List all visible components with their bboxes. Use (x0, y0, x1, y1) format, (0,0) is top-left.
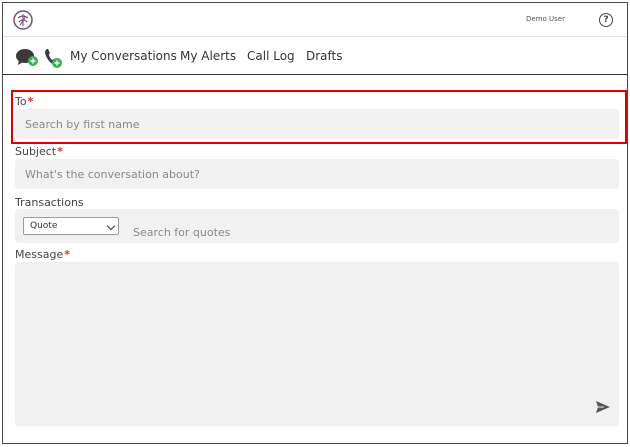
message-textarea[interactable] (15, 262, 619, 426)
new-chat-icon[interactable] (15, 47, 39, 67)
nav-my-alerts[interactable]: My Alerts (180, 49, 236, 63)
logo-icon[interactable] (13, 10, 33, 30)
nav-call-log[interactable]: Call Log (247, 49, 295, 63)
transaction-search-input[interactable] (123, 215, 630, 249)
message-label: Message* (15, 248, 70, 261)
transaction-type-value: Quote (30, 221, 58, 231)
nav-drafts[interactable]: Drafts (306, 49, 343, 63)
help-icon[interactable]: ? (599, 13, 613, 27)
transactions-label: Transactions (15, 196, 84, 209)
new-call-icon[interactable] (43, 47, 63, 69)
top-bar: Demo User ? (3, 3, 627, 37)
required-mark: * (64, 248, 70, 261)
nav-bar: My Conversations My Alerts Call Log Draf… (3, 38, 627, 75)
required-mark: * (57, 145, 63, 158)
to-field-highlight (11, 90, 627, 144)
transactions-field: Quote (15, 209, 630, 249)
chevron-down-icon (106, 221, 116, 231)
subject-input[interactable] (15, 159, 619, 189)
subject-label: Subject* (15, 145, 63, 158)
user-name[interactable]: Demo User (526, 15, 565, 23)
message-field[interactable] (15, 262, 619, 426)
send-icon[interactable] (595, 400, 611, 414)
transaction-type-select[interactable]: Quote (23, 217, 119, 235)
transactions-label-text: Transactions (15, 196, 84, 209)
subject-field[interactable] (15, 159, 619, 189)
message-label-text: Message (15, 248, 64, 261)
subject-label-text: Subject (15, 145, 57, 158)
app-window: Demo User ? My Conversations My Alerts C… (2, 2, 630, 444)
nav-my-conversations[interactable]: My Conversations (70, 49, 177, 63)
